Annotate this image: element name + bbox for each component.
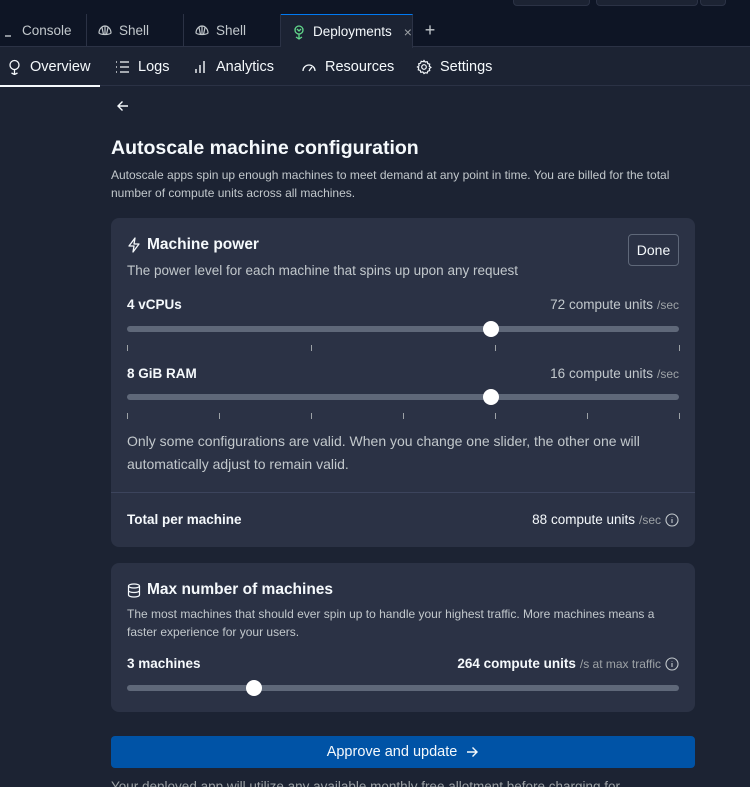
ram-value: 16 compute units: [550, 366, 653, 381]
slider-tick: [126, 345, 128, 351]
machines-slider[interactable]: [127, 680, 679, 696]
arrow-left-icon: [117, 101, 128, 111]
terminal-icon: [0, 23, 16, 39]
machines-count-label: 3 machines: [127, 656, 201, 671]
cpu-slider-thumb[interactable]: [483, 321, 500, 337]
overview-icon: [9, 59, 20, 75]
bar-chart-icon: [195, 60, 205, 73]
slider-tick: [494, 413, 496, 419]
nav-label: Overview: [30, 58, 91, 75]
total-value: 88 compute units: [532, 512, 635, 527]
add-tab-button[interactable]: +: [420, 14, 440, 47]
deployments-icon: [291, 24, 307, 40]
nav-label: Settings: [440, 58, 493, 75]
tab-deployments[interactable]: Deployments ×: [281, 14, 413, 48]
slider-tick: [402, 413, 404, 419]
total-compute-units: 88 compute units/sec: [532, 512, 679, 527]
cpu-label: 4 vCPUs: [127, 297, 182, 312]
valid-config-note: Only some configurations are valid. When…: [127, 433, 640, 472]
cpu-compute-units: 72 compute units/sec: [550, 297, 679, 312]
window-top-strip: [0, 0, 750, 14]
nav-label: Resources: [325, 58, 395, 75]
billing-footnote: Your deployed app will utilize any avail…: [111, 779, 621, 787]
tab-console[interactable]: Console: [0, 14, 87, 47]
nav-overview[interactable]: Overview: [0, 47, 100, 87]
total-label: Total per machine: [127, 512, 242, 527]
nav-logs[interactable]: Logs: [115, 47, 169, 86]
slider-tick: [678, 345, 680, 351]
total-unit: /sec: [638, 512, 661, 527]
ram-slider-thumb[interactable]: [483, 389, 500, 405]
page-title: Autoscale machine configuration: [111, 137, 419, 159]
cpu-unit: /sec: [656, 297, 679, 312]
cpu-slider[interactable]: [127, 321, 679, 337]
ram-label: 8 GiB RAM: [127, 366, 197, 381]
info-icon[interactable]: [665, 512, 679, 527]
top-button[interactable]: [596, 0, 698, 6]
machine-power-subtitle: The power level for each machine that sp…: [127, 263, 518, 278]
slider-tick: [310, 345, 312, 351]
tab-shell[interactable]: Shell: [87, 14, 184, 47]
lightning-icon: [128, 237, 140, 253]
ram-unit: /sec: [656, 366, 679, 381]
max-unit: /s at max traffic: [579, 656, 661, 671]
tab-label: Shell: [119, 23, 150, 38]
max-machines-subtitle: The most machines that should ever spin …: [127, 607, 655, 639]
tab-bar: Console Shell Shell Deployments × +: [0, 14, 750, 48]
ram-slider[interactable]: [127, 389, 679, 405]
top-button[interactable]: [700, 0, 726, 6]
ram-compute-units: 16 compute units/sec: [550, 366, 679, 381]
arrow-right-icon: [467, 747, 479, 757]
slider-tick: [494, 345, 496, 351]
slider-tick: [126, 413, 128, 419]
nav-label: Logs: [138, 58, 170, 75]
close-icon[interactable]: ×: [404, 24, 412, 40]
max-machines-heading: Max number of machines: [127, 581, 333, 599]
machine-power-card: Machine power The power level for each m…: [111, 218, 695, 547]
tab-label: Deployments: [313, 24, 392, 39]
max-machines-card: Max number of machines The most machines…: [111, 563, 695, 712]
info-icon[interactable]: [665, 656, 679, 671]
slider-tick: [218, 413, 220, 419]
shell-icon: [194, 23, 210, 39]
database-icon: [127, 582, 141, 598]
machine-power-title: Machine power: [147, 236, 259, 253]
ram-slider-ticks: [126, 413, 680, 419]
machines-slider-thumb[interactable]: [245, 680, 262, 696]
tab-label: Console: [22, 23, 72, 38]
nav-label: Analytics: [216, 58, 275, 75]
list-icon: [116, 60, 129, 73]
back-button[interactable]: [115, 98, 131, 114]
page-description: Autoscale apps spin up enough machines t…: [111, 168, 670, 200]
card-divider: [111, 492, 695, 493]
gear-icon: [416, 58, 432, 74]
max-compute-units: 264 compute units/s at max traffic: [457, 656, 679, 671]
approve-and-update-button[interactable]: Approve and update: [111, 736, 695, 768]
max-value: 264 compute units: [457, 656, 576, 671]
tab-label: Shell: [216, 23, 247, 38]
deployment-nav: Overview Logs Analytics Resources Settin…: [0, 47, 750, 87]
done-button[interactable]: Done: [628, 234, 679, 266]
top-button[interactable]: [513, 0, 590, 6]
nav-resources[interactable]: Resources: [301, 47, 394, 86]
slider-tick: [310, 413, 312, 419]
cpu-slider-ticks: [126, 345, 680, 351]
gauge-icon: [302, 63, 316, 71]
machine-power-heading: Machine power: [127, 236, 259, 254]
approve-label: Approve and update: [326, 744, 458, 760]
nav-analytics[interactable]: Analytics: [194, 47, 274, 86]
slider-tick: [586, 413, 588, 419]
tab-shell[interactable]: Shell: [184, 14, 281, 47]
max-machines-title: Max number of machines: [147, 581, 334, 598]
shell-icon: [97, 23, 113, 39]
cpu-value: 72 compute units: [550, 297, 653, 312]
nav-settings[interactable]: Settings: [416, 47, 492, 86]
slider-tick: [678, 413, 680, 419]
